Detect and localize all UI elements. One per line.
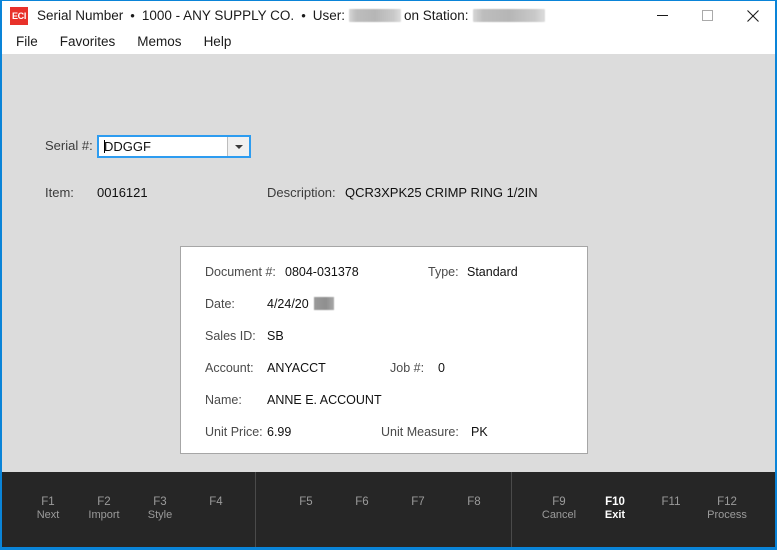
maximize-button[interactable] [685, 1, 730, 30]
function-key-f5-key: F5 [299, 496, 313, 508]
function-key-bar: F1 Next F2 Import F3 Style F4 F5 F6 F7 F… [2, 472, 775, 547]
unit-price-value: 6.99 [267, 425, 292, 439]
window-title: Serial Number • 1000 - ANY SUPPLY CO. • … [37, 8, 545, 23]
type-label: Type: [428, 265, 459, 279]
function-key-f2[interactable]: F2 Import [76, 472, 132, 523]
function-key-f3-label: Style [147, 509, 173, 522]
name-label: Name: [205, 393, 242, 407]
document-number-value: 0804-031378 [285, 265, 359, 279]
function-key-group-3: F9 Cancel F10 Exit F11 F12 Process [511, 472, 775, 547]
minimize-button[interactable] [640, 1, 685, 30]
function-key-f7[interactable]: F7 [390, 472, 446, 509]
maximize-icon [702, 10, 713, 21]
function-key-f2-label: Import [88, 509, 120, 522]
description-label: Description: [267, 185, 336, 200]
title-separator-1: • [130, 8, 135, 23]
job-number-value: 0 [438, 361, 445, 375]
title-app-name: Serial Number [37, 8, 124, 23]
menu-item-memos[interactable]: Memos [133, 32, 190, 52]
function-key-f4-key: F4 [209, 496, 223, 508]
menu-item-file[interactable]: File [12, 32, 47, 52]
function-key-f8-key: F8 [467, 496, 481, 508]
content-area: Serial #: DDGGF Item: 0016121 Descriptio… [2, 54, 775, 472]
title-bar: ECI Serial Number • 1000 - ANY SUPPLY CO… [2, 1, 775, 30]
sales-id-value: SB [267, 329, 284, 343]
unit-measure-value: PK [471, 425, 488, 439]
chevron-down-icon [234, 144, 243, 149]
function-key-group-2: F5 F6 F7 F8 [255, 472, 511, 547]
serial-dropdown-button[interactable] [227, 137, 249, 156]
type-value: Standard [467, 265, 518, 279]
function-key-f12-key: F12 [717, 496, 737, 508]
job-number-label: Job #: [390, 361, 425, 375]
menu-bar: File Favorites Memos Help [2, 30, 775, 54]
function-key-f12[interactable]: F12 Process [699, 472, 755, 523]
redacted-date-year [314, 297, 334, 310]
function-key-f6-key: F6 [355, 496, 369, 508]
title-station-label: on Station: [404, 8, 469, 23]
redacted-station [472, 9, 545, 22]
application-window: ECI Serial Number • 1000 - ANY SUPPLY CO… [0, 0, 777, 550]
close-button[interactable] [730, 1, 775, 30]
account-value: ANYACCT [267, 361, 326, 375]
title-user-label: User: [312, 8, 346, 23]
function-key-f1-label: Next [36, 509, 60, 522]
eci-app-icon: ECI [10, 6, 28, 25]
function-key-f2-key: F2 [97, 496, 111, 508]
function-key-f3-key: F3 [153, 496, 167, 508]
window-controls [640, 1, 775, 30]
account-label: Account: [205, 361, 254, 375]
function-key-f11[interactable]: F11 [643, 472, 699, 509]
menu-item-favorites[interactable]: Favorites [56, 32, 125, 52]
date-label: Date: [205, 297, 235, 311]
description-value: QCR3XPK25 CRIMP RING 1/2IN [345, 185, 538, 200]
unit-price-label: Unit Price: [205, 425, 263, 439]
function-key-f8[interactable]: F8 [446, 472, 502, 509]
name-value: ANNE E. ACCOUNT [267, 393, 382, 407]
sales-id-label: Sales ID: [205, 329, 256, 343]
serial-number-input[interactable]: DDGGF [99, 137, 227, 156]
menu-item-help[interactable]: Help [200, 32, 241, 52]
document-number-label: Document #: [205, 265, 276, 279]
function-key-f10-key: F10 [605, 496, 625, 508]
unit-measure-label: Unit Measure: [381, 425, 459, 439]
function-key-f9-label: Cancel [541, 509, 577, 522]
title-separator-2: • [301, 8, 306, 23]
function-key-f11-key: F11 [661, 496, 681, 508]
function-key-f1-key: F1 [41, 496, 55, 508]
serial-number-label: Serial #: [45, 138, 93, 153]
serial-number-combobox[interactable]: DDGGF [97, 135, 251, 158]
item-value: 0016121 [97, 185, 148, 200]
function-key-f4[interactable]: F4 [188, 472, 244, 509]
text-caret [104, 140, 105, 153]
function-key-f12-label: Process [707, 509, 747, 522]
function-key-f10-label: Exit [604, 509, 626, 522]
function-key-f6[interactable]: F6 [334, 472, 390, 509]
serial-number-value: DDGGF [104, 139, 151, 154]
close-icon [746, 9, 759, 22]
title-company: 1000 - ANY SUPPLY CO. [141, 8, 295, 23]
function-key-f9-key: F9 [552, 496, 566, 508]
function-key-f9[interactable]: F9 Cancel [531, 472, 587, 523]
date-value: 4/24/20 [267, 297, 309, 311]
function-key-f10[interactable]: F10 Exit [587, 472, 643, 523]
item-label: Item: [45, 185, 74, 200]
minimize-icon [657, 15, 668, 16]
function-key-f5[interactable]: F5 [278, 472, 334, 509]
document-detail-panel: Document #: 0804-031378 Type: Standard D… [180, 246, 588, 454]
function-key-group-1: F1 Next F2 Import F3 Style F4 [2, 472, 255, 547]
function-key-f7-key: F7 [411, 496, 425, 508]
function-key-f1[interactable]: F1 Next [20, 472, 76, 523]
redacted-username [349, 9, 402, 22]
function-key-f3[interactable]: F3 Style [132, 472, 188, 523]
